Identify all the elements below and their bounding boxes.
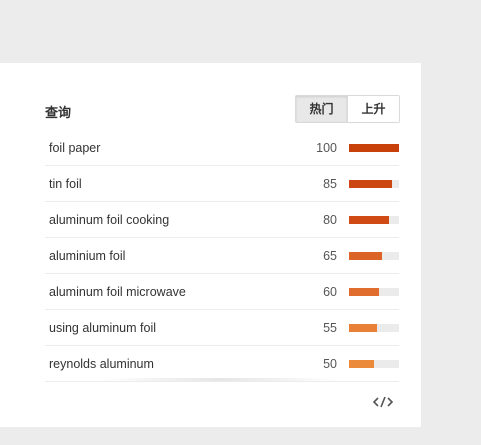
- interest-bar-fill: [349, 144, 399, 152]
- query-value: 100: [316, 141, 337, 155]
- interest-bar-track: [349, 216, 399, 224]
- query-label[interactable]: reynolds aluminum: [49, 357, 154, 371]
- query-label[interactable]: aluminum foil cooking: [49, 213, 169, 227]
- interest-bar-fill: [349, 252, 382, 260]
- query-row[interactable]: using aluminum foil 55: [45, 310, 399, 346]
- query-row[interactable]: aluminium foil 65: [45, 238, 399, 274]
- query-value: 85: [323, 177, 337, 191]
- query-row[interactable]: tin foil 85: [45, 166, 399, 202]
- query-row[interactable]: aluminum foil microwave 60: [45, 274, 399, 310]
- related-queries-card: 查询 热门 上升 foil paper 100 tin foil 85 aluminum…: [0, 63, 421, 427]
- tab-rising[interactable]: 上升: [347, 96, 399, 122]
- interest-bar-fill: [349, 360, 374, 368]
- query-row[interactable]: aluminum foil cooking 80: [45, 202, 399, 238]
- query-row[interactable]: foil paper 100: [45, 130, 399, 166]
- query-value: 60: [323, 285, 337, 299]
- query-value: 80: [323, 213, 337, 227]
- interest-bar-track: [349, 180, 399, 188]
- interest-bar-track: [349, 360, 399, 368]
- query-label[interactable]: foil paper: [49, 141, 100, 155]
- interest-bar-track: [349, 252, 399, 260]
- interest-bar-track: [349, 144, 399, 152]
- query-list: foil paper 100 tin foil 85 aluminum foil coo…: [45, 130, 399, 382]
- query-label[interactable]: tin foil: [49, 177, 82, 191]
- interest-bar-fill: [349, 324, 377, 332]
- query-label[interactable]: aluminium foil: [49, 249, 125, 263]
- code-embed-icon[interactable]: [372, 394, 394, 410]
- list-end-divider: [100, 378, 340, 381]
- query-value: 65: [323, 249, 337, 263]
- interest-bar-fill: [349, 216, 389, 224]
- card-title: 查询: [45, 105, 72, 120]
- interest-bar-fill: [349, 288, 379, 296]
- query-value: 50: [323, 357, 337, 371]
- interest-bar-fill: [349, 180, 392, 188]
- interest-bar-track: [349, 324, 399, 332]
- tab-top[interactable]: 热门: [296, 96, 347, 122]
- query-label[interactable]: aluminum foil microwave: [49, 285, 186, 299]
- query-row[interactable]: reynolds aluminum 50: [45, 346, 399, 382]
- query-value: 55: [323, 321, 337, 335]
- interest-bar-track: [349, 288, 399, 296]
- tab-switcher: 热门 上升: [295, 95, 400, 123]
- query-label[interactable]: using aluminum foil: [49, 321, 156, 335]
